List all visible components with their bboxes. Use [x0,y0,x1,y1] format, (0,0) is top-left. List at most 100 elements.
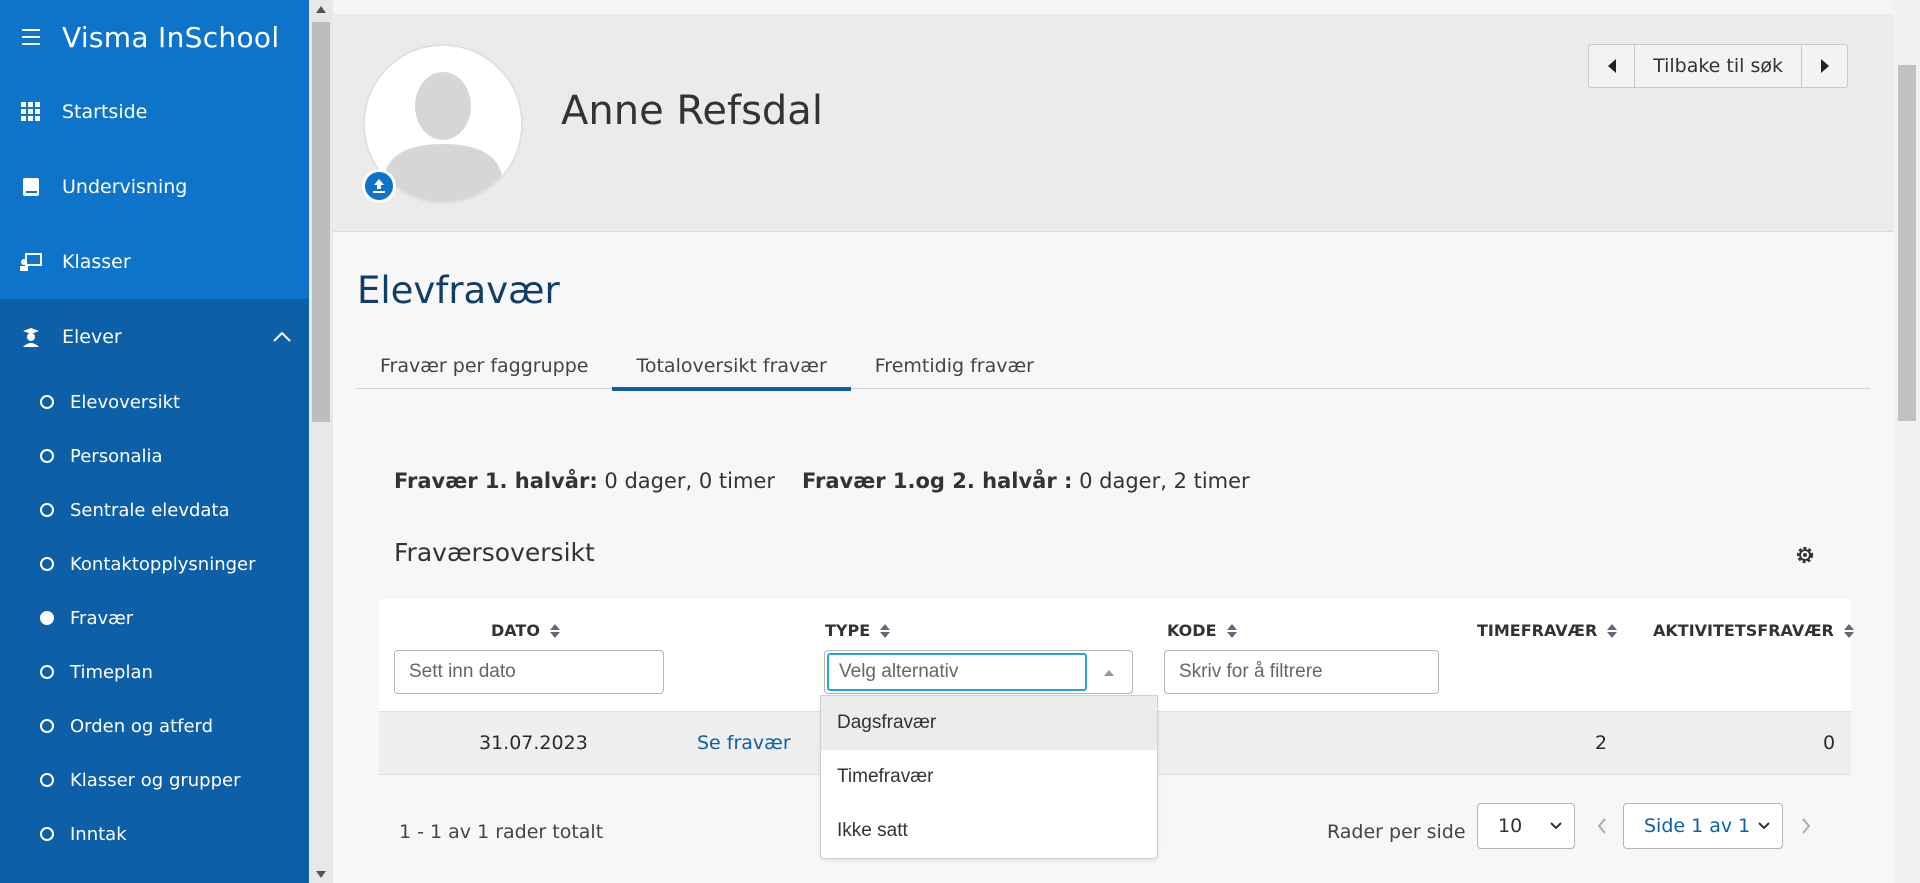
sidebar-item-label: Undervisning [62,175,188,198]
radio-dot-icon [40,557,54,571]
chevron-down-icon [1550,822,1562,830]
sidebar-subitem-label: Klasser og grupper [70,769,241,791]
sidebar-subitem-label: Kontaktopplysninger [70,553,256,575]
grid-icon [20,101,42,123]
sidebar-subitem[interactable]: Orden og atferd [0,699,309,753]
dropdown-option-dagsfravaer[interactable]: Dagsfravær [821,696,1157,750]
sidebar-subitem[interactable]: Timeplan [0,645,309,699]
scroll-up-arrow-icon[interactable] [316,6,326,13]
sidebar-subitem-label: Timeplan [70,661,153,683]
page-scrollbar[interactable] [1893,0,1920,883]
dropdown-option-ikke-satt[interactable]: Ikke satt [821,804,1157,858]
absence-summary: Fravær 1. halvår: 0 dager, 0 timer Fravæ… [394,469,1250,493]
type-filter-select[interactable]: Velg alternativ [824,650,1133,694]
page-title: Elevfravær [357,269,560,312]
sidebar-subitem-label: Personalia [70,445,163,467]
page-value: Side 1 av 1 [1644,815,1751,837]
rows-total-text: 1 - 1 av 1 rader totalt [399,821,604,843]
sidebar-subitem-label: Fravær [70,607,134,629]
sidebar-subitem[interactable]: Elevoversikt [0,375,309,429]
sidebar-item-klasser[interactable]: Klasser [0,224,309,299]
tab-totaloversikt-fravaer[interactable]: Totaloversikt fravær [612,343,852,391]
sidebar-subitem-selected[interactable]: Fravær [0,591,309,645]
sidebar-subitem-label: Orden og atferd [70,715,214,737]
sidebar-item-label: Klasser [62,250,131,273]
brand: Visma InSchool [0,0,309,74]
caret-up-icon[interactable] [1104,670,1114,676]
previous-page-icon[interactable] [1597,817,1607,835]
back-to-search-button[interactable]: Tilbake til søk [1634,45,1802,87]
sort-icon [549,623,560,638]
code-filter-input[interactable]: Skriv for å filtrere [1164,650,1439,694]
radio-dot-icon [40,827,54,841]
radio-dot-icon [40,503,54,517]
sidebar-subitem[interactable]: Sentrale elevdata [0,483,309,537]
tab-fravaer-per-faggruppe[interactable]: Fravær per faggruppe [356,343,612,389]
column-label: TIMEFRAVÆR [1477,621,1598,640]
sidebar-item-undervisning[interactable]: Undervisning [0,149,309,224]
radio-dot-icon [40,395,54,409]
next-student-button[interactable] [1802,45,1847,87]
sidebar-subitem[interactable]: Personalia [0,429,309,483]
radio-dot-icon [40,773,54,787]
cell-date: 31.07.2023 [479,732,588,754]
sidebar-item-label: Elever [62,326,122,348]
column-label: DATO [491,621,540,640]
page-select[interactable]: Side 1 av 1 [1623,803,1783,849]
sidebar-subitem[interactable]: Kontaktopplysninger [0,537,309,591]
upload-photo-button[interactable] [362,169,396,203]
section-title: Fraværsoversikt [394,538,595,567]
column-header-kode[interactable]: KODE [1167,621,1237,640]
column-header-aktivitetsfravaer[interactable]: AKTIVITETSFRAVÆR [1653,621,1854,640]
hamburger-menu-icon[interactable] [22,29,40,45]
column-label: TYPE [825,621,871,640]
app-title: Visma InSchool [62,20,280,54]
search-nav-group: Tilbake til søk [1588,44,1848,88]
sidebar-item-label: Startside [62,100,148,123]
cell-hours: 2 [1595,732,1608,754]
chevron-up-icon[interactable] [273,325,291,347]
sort-icon [1607,623,1618,638]
summary-full-year: Fravær 1.og 2. halvår : 0 dager, 2 timer [802,469,1250,493]
sidebar-scrollbar[interactable] [309,0,333,883]
teacher-board-icon [20,251,42,273]
summary-both-label: Fravær 1.og 2. halvår : [802,469,1073,493]
sidebar-subitem-label: Elevoversikt [70,391,181,413]
column-header-dato[interactable]: DATO [491,621,560,640]
caret-left-icon [1607,59,1616,73]
sidebar-subitem[interactable]: Klasser og grupper [0,753,309,807]
sort-icon [1226,623,1237,638]
sidebar-subitem[interactable]: Inntak [0,807,309,861]
sidebar-item-startside[interactable]: Startside [0,74,309,149]
rows-per-page-label: Rader per side [1327,821,1466,843]
sidebar-top: Visma InSchool Startside Undervisning Kl… [0,0,309,299]
gear-icon[interactable] [1793,543,1817,567]
dropdown-option-timefravaer[interactable]: Timefravær [821,750,1157,804]
sidebar: Visma InSchool Startside Undervisning Kl… [0,0,309,883]
sidebar-subitem-label: Inntak [70,823,127,845]
column-label: KODE [1167,621,1217,640]
column-header-timefravaer[interactable]: TIMEFRAVÆR [1477,621,1618,640]
scroll-down-arrow-icon[interactable] [316,871,326,878]
summary-first-half: Fravær 1. halvår: 0 dager, 0 timer [394,469,775,493]
sort-icon [880,623,891,638]
type-filter-input[interactable]: Velg alternativ [827,653,1087,691]
column-header-type[interactable]: TYPE [825,621,891,640]
next-page-icon[interactable] [1801,817,1811,835]
see-absence-link[interactable]: Se fravær [697,732,791,754]
student-name: Anne Refsdal [561,88,823,134]
rows-per-page-select[interactable]: 10 [1477,803,1575,849]
tabs: Fravær per faggruppe Totaloversikt fravæ… [356,343,1870,391]
date-filter-input[interactable]: Sett inn dato [394,650,664,694]
summary-both-value: 0 dager, 2 timer [1079,469,1250,493]
scrollbar-thumb[interactable] [1898,65,1916,421]
sidebar-item-elever[interactable]: Elever [0,299,309,375]
radio-dot-icon [40,665,54,679]
radio-dot-icon [40,449,54,463]
student-header: Anne Refsdal Tilbake til søk [333,14,1893,232]
cell-activity: 0 [1823,732,1836,754]
previous-student-button[interactable] [1589,45,1634,87]
scrollbar-thumb[interactable] [312,22,330,422]
tab-fremtidig-fravaer[interactable]: Fremtidig fravær [851,343,1058,389]
column-label: AKTIVITETSFRAVÆR [1653,621,1834,640]
